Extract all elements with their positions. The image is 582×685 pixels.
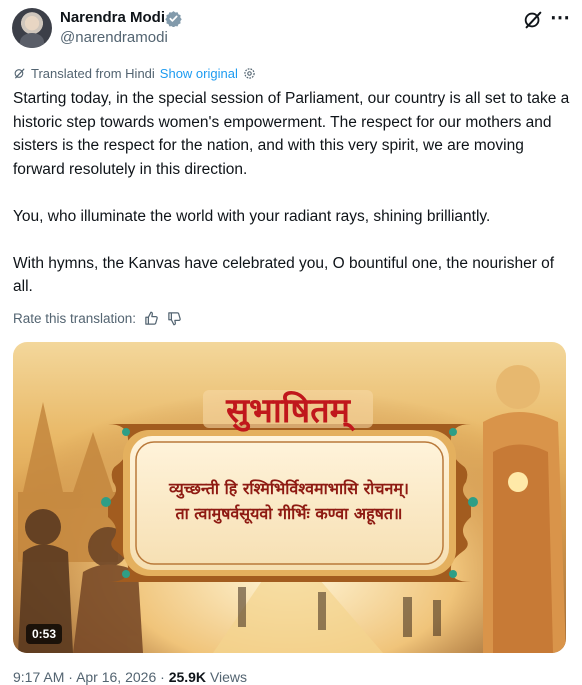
views-label: Views (209, 669, 248, 685)
video-thumbnail: सुभाषितम् व्युच्छन्ती हि रश्मिभिर्विश्वम… (13, 342, 566, 653)
thumbs-up-icon[interactable] (144, 311, 159, 326)
tweet-time[interactable]: 9:17 AM (13, 669, 64, 685)
tweet-date[interactable]: Apr 16, 2026 (76, 669, 156, 685)
tweet-paragraph: Starting today, in the special session o… (13, 90, 570, 178)
translated-from-label: Translated from Hindi (31, 66, 155, 81)
video-player[interactable]: सुभाषितम् व्युच्छन्ती हि रश्मिभिर्विश्वम… (13, 342, 566, 653)
tweet-header: Narendra Modi @narendramodi ⋯ (12, 6, 572, 50)
meta-separator: · (68, 669, 73, 685)
tweet-paragraph: You, who illuminate the world with your … (13, 207, 491, 225)
translate-icon (14, 68, 25, 79)
thumbs-down-icon[interactable] (167, 311, 182, 326)
grok-icon[interactable] (522, 9, 544, 31)
translation-notice: Translated from Hindi Show original (13, 66, 256, 81)
verified-badge-icon (165, 11, 182, 27)
verse-line-2: ता त्वामुषर्वसूयवो गीर्भिः कण्वा अहूषत॥ (174, 504, 402, 525)
author-name[interactable]: Narendra Modi (60, 9, 165, 26)
more-icon[interactable]: ⋯ (550, 8, 570, 28)
tweet-text: Starting today, in the special session o… (13, 87, 573, 299)
rate-translation: Rate this translation: (13, 311, 182, 326)
video-duration: 0:53 (26, 624, 63, 644)
views-count: 25.9K (168, 669, 207, 685)
settings-icon[interactable] (243, 67, 256, 80)
avatar[interactable] (12, 8, 52, 48)
verse-line-1: व्युच्छन्ती हि रश्मिभिर्विश्वमाभासि रोचन… (168, 479, 409, 499)
tweet-meta: 9:17 AM · Apr 16, 2026 · 25.9K Views (13, 669, 247, 685)
show-original-link[interactable]: Show original (160, 66, 238, 81)
video-title: सुभाषितम् (225, 390, 356, 432)
rate-translation-label: Rate this translation: (13, 311, 137, 326)
author-handle[interactable]: @narendramodi (60, 29, 168, 46)
meta-separator: · (160, 669, 165, 685)
tweet-paragraph: With hymns, the Kanvas have celebrated y… (13, 254, 555, 296)
